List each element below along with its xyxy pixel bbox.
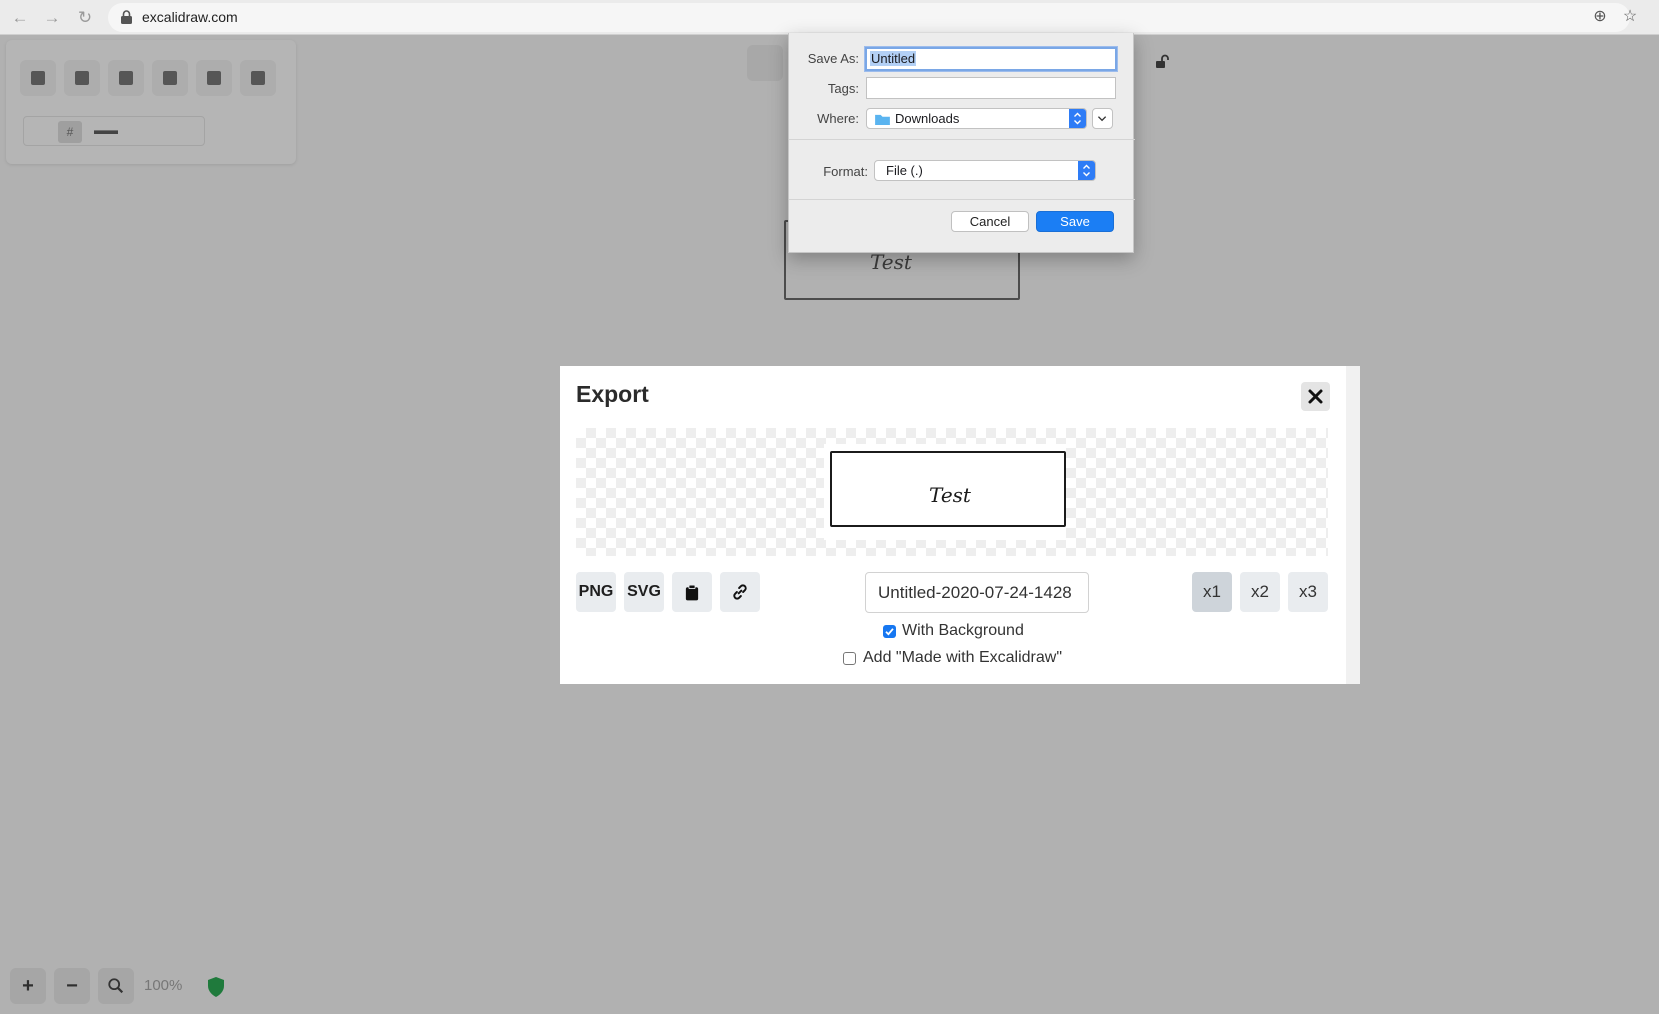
updown-arrows-icon bbox=[1069, 109, 1086, 128]
lock-icon bbox=[121, 10, 132, 24]
users-icon bbox=[251, 71, 265, 85]
where-value: Downloads bbox=[895, 111, 960, 126]
zoom-out-button[interactable]: − bbox=[54, 968, 90, 1004]
open-button[interactable] bbox=[20, 60, 56, 96]
save-as-button[interactable] bbox=[108, 60, 144, 96]
format-label: Format: bbox=[823, 164, 868, 179]
folder-icon bbox=[31, 71, 45, 85]
updown-arrows-icon bbox=[1078, 161, 1095, 180]
where-label: Where: bbox=[817, 111, 859, 126]
preview-text: Test bbox=[929, 483, 971, 507]
save-icon bbox=[75, 71, 89, 85]
clipboard-icon bbox=[685, 584, 699, 601]
forward-icon[interactable]: → bbox=[41, 7, 63, 29]
format-popup[interactable]: File (.) bbox=[874, 160, 1096, 181]
canvas-text[interactable]: Test bbox=[870, 250, 912, 274]
save-dialog: Save As: Untitled Tags: Where: Downloads… bbox=[788, 33, 1135, 253]
reload-icon[interactable]: ↻ bbox=[74, 7, 96, 29]
url-text: excalidraw.com bbox=[142, 9, 238, 25]
background-color-picker[interactable]: # ▬▬ bbox=[23, 116, 205, 146]
selection-tool-button[interactable] bbox=[747, 45, 783, 81]
dialog-title: Export bbox=[576, 381, 649, 407]
export-button[interactable] bbox=[152, 60, 188, 96]
export-preview: Test bbox=[576, 428, 1328, 556]
close-button[interactable] bbox=[1301, 382, 1330, 411]
save-as-field[interactable]: Untitled bbox=[865, 47, 1117, 71]
zoom-reset-icon bbox=[108, 978, 124, 994]
save-as-value: Untitled bbox=[870, 51, 917, 66]
expand-dialog-button[interactable] bbox=[1092, 108, 1113, 129]
shield-icon[interactable] bbox=[206, 976, 226, 998]
save-as-icon bbox=[119, 71, 133, 85]
close-icon bbox=[1308, 389, 1323, 404]
browser-toolbar: ← → ↻ excalidraw.com ⊕ ☆ bbox=[0, 0, 1659, 35]
clear-canvas-button[interactable] bbox=[196, 60, 232, 96]
tags-label: Tags: bbox=[827, 81, 859, 96]
scale-x1-button[interactable]: x1 bbox=[1192, 572, 1232, 612]
with-background-label: With Background bbox=[902, 622, 1024, 639]
scale-x2-button[interactable]: x2 bbox=[1240, 572, 1280, 612]
copy-clipboard-button[interactable] bbox=[672, 572, 712, 612]
hash-icon: # bbox=[58, 121, 82, 143]
folder-icon bbox=[875, 114, 890, 125]
where-popup[interactable]: Downloads bbox=[866, 108, 1087, 129]
export-svg-button[interactable]: SVG bbox=[624, 572, 664, 612]
save-as-label: Save As: bbox=[807, 51, 859, 66]
bookmark-star-icon[interactable]: ☆ bbox=[1620, 7, 1640, 27]
back-icon[interactable]: ← bbox=[9, 7, 31, 29]
shareable-link-button[interactable] bbox=[720, 572, 760, 612]
link-icon bbox=[733, 584, 747, 600]
save-button[interactable]: Save bbox=[1036, 211, 1114, 232]
scale-x3-button[interactable]: x3 bbox=[1288, 572, 1328, 612]
save-scene-button[interactable] bbox=[64, 60, 100, 96]
collaborate-button[interactable] bbox=[240, 60, 276, 96]
color-value-placeholder: ▬▬ bbox=[94, 123, 118, 137]
format-value: File (.) bbox=[886, 163, 923, 178]
chevron-down-icon bbox=[1097, 116, 1107, 122]
zoom-plus-icon[interactable]: ⊕ bbox=[1590, 7, 1610, 27]
separator bbox=[789, 139, 1135, 140]
filename-input[interactable]: Untitled-2020-07-24-1428 bbox=[865, 572, 1089, 613]
cancel-button[interactable]: Cancel bbox=[951, 211, 1029, 232]
address-bar[interactable]: excalidraw.com ⊕ ☆ bbox=[108, 3, 1637, 32]
watermark-checkbox[interactable] bbox=[843, 652, 856, 665]
tool-lock-icon[interactable] bbox=[1154, 54, 1170, 70]
export-png-button[interactable]: PNG bbox=[576, 572, 616, 612]
main-menu-panel: # ▬▬ bbox=[6, 40, 296, 164]
export-dialog: Export Test PNG SVG Untitled-2020-07-24-… bbox=[560, 366, 1360, 684]
preview-rectangle: Test bbox=[830, 451, 1066, 527]
watermark-label: Add "Made with Excalidraw" bbox=[863, 649, 1062, 666]
with-background-checkbox[interactable] bbox=[883, 625, 896, 638]
zoom-in-button[interactable]: + bbox=[10, 968, 46, 1004]
checkmark-icon bbox=[885, 628, 894, 636]
tags-field[interactable] bbox=[866, 77, 1116, 99]
trash-icon bbox=[207, 71, 221, 85]
preview-canvas: Test bbox=[824, 444, 1066, 540]
reset-zoom-button[interactable] bbox=[98, 968, 134, 1004]
separator bbox=[789, 199, 1135, 200]
export-icon bbox=[163, 71, 177, 85]
zoom-level: 100% bbox=[144, 977, 183, 994]
